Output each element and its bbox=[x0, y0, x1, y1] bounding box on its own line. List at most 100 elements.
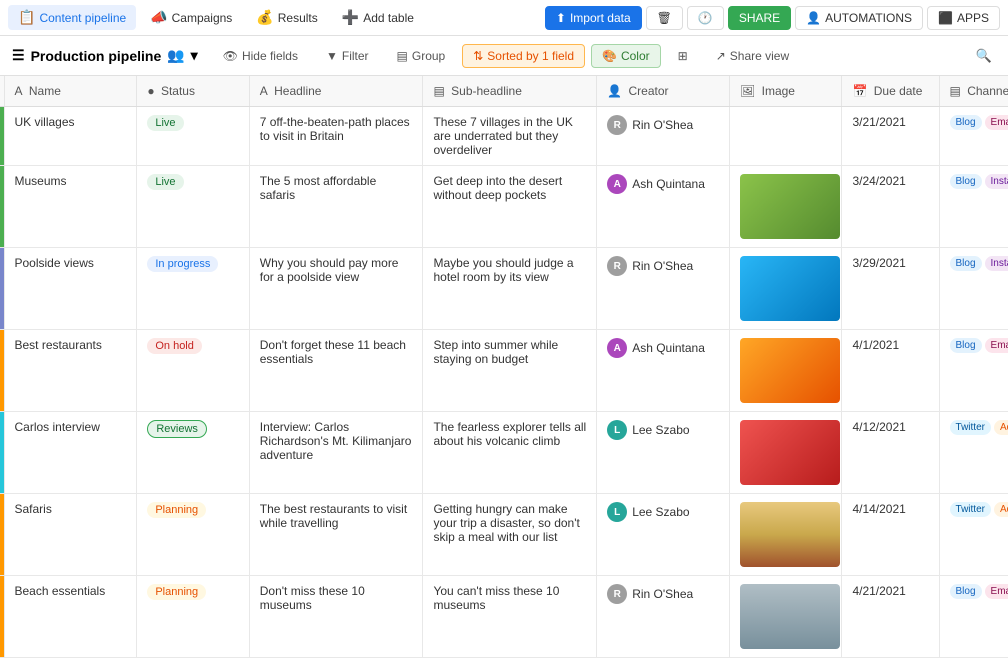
nav-tab-content-pipeline[interactable]: 📋 Content pipeline bbox=[8, 5, 136, 30]
row-image bbox=[740, 502, 840, 567]
cell-name[interactable]: Carlos interview bbox=[4, 412, 137, 494]
automations-label: AUTOMATIONS bbox=[825, 11, 912, 25]
nav-tab-add-table[interactable]: ➕ Add table bbox=[332, 5, 424, 30]
color-button[interactable]: 🎨 Color bbox=[591, 44, 661, 68]
col-header-duedate[interactable]: 📅 Due date bbox=[842, 76, 939, 107]
channel-tag: Blog bbox=[950, 256, 982, 271]
col-header-creator[interactable]: 👤 Creator bbox=[597, 76, 730, 107]
grid-view-icon: ⊞ bbox=[678, 49, 688, 63]
hide-fields-button[interactable]: 👁 Hide fields bbox=[212, 44, 309, 68]
table-row: Carlos interviewReviewsInterview: Carlos… bbox=[0, 412, 1008, 494]
creator-col-icon: 👤 bbox=[607, 84, 622, 98]
channel-tag: Blog bbox=[950, 584, 982, 599]
cell-status: Live bbox=[137, 166, 249, 248]
cell-image bbox=[730, 412, 842, 494]
import-label: Import data bbox=[570, 11, 631, 25]
apps-button[interactable]: ⬛ APPS bbox=[927, 6, 1000, 30]
nav-tab-add-table-label: Add table bbox=[363, 11, 414, 25]
cell-creator: RRin O'Shea bbox=[597, 107, 730, 166]
col-header-status[interactable]: ● Status bbox=[137, 76, 249, 107]
cell-subheadline[interactable]: The fearless explorer tells all about hi… bbox=[423, 412, 597, 494]
cell-subheadline[interactable]: Step into summer while staying on budget bbox=[423, 330, 597, 412]
cell-duedate: 4/14/2021 bbox=[842, 494, 939, 576]
color-label: Color bbox=[621, 49, 650, 63]
creator-name: Ash Quintana bbox=[632, 177, 705, 191]
automations-button[interactable]: 👤 AUTOMATIONS bbox=[795, 6, 923, 30]
cell-status: Planning bbox=[137, 576, 249, 658]
subheadline-col-label: Sub-headline bbox=[451, 84, 522, 98]
cell-name[interactable]: Best restaurants bbox=[4, 330, 137, 412]
table-container: A Name ● Status A Headline ▤ Sub-headlin… bbox=[0, 76, 1008, 670]
cell-channels: TwitterAdWordsBlog bbox=[939, 494, 1008, 576]
nav-tab-campaigns[interactable]: 📣 Campaigns bbox=[140, 5, 242, 30]
cell-headline[interactable]: Don't miss these 10 museums bbox=[249, 576, 423, 658]
cell-image bbox=[730, 494, 842, 576]
cell-name[interactable]: Museums bbox=[4, 166, 137, 248]
cell-channels: BlogInstagramTwitterFacebook bbox=[939, 248, 1008, 330]
cell-subheadline[interactable]: These 7 villages in the UK are underrate… bbox=[423, 107, 597, 166]
col-header-headline[interactable]: A Headline bbox=[249, 76, 423, 107]
cell-image bbox=[730, 576, 842, 658]
col-header-subheadline[interactable]: ▤ Sub-headline bbox=[423, 76, 597, 107]
group-button[interactable]: ▤ Group bbox=[386, 44, 457, 68]
cell-image bbox=[730, 248, 842, 330]
history-button[interactable]: 🕐 bbox=[687, 6, 724, 30]
cell-subheadline[interactable]: Getting hungry can make your trip a disa… bbox=[423, 494, 597, 576]
cell-subheadline[interactable]: Get deep into the desert without deep po… bbox=[423, 166, 597, 248]
nav-tab-content-pipeline-label: Content pipeline bbox=[39, 11, 126, 25]
cell-name[interactable]: Safaris bbox=[4, 494, 137, 576]
col-header-channels[interactable]: ▤ Channels bbox=[939, 76, 1008, 107]
cell-subheadline[interactable]: You can't miss these 10 museums bbox=[423, 576, 597, 658]
search-button[interactable]: 🔍 bbox=[972, 44, 996, 68]
channel-tag: Twitter bbox=[950, 420, 991, 435]
channels-col-label: Channels bbox=[967, 84, 1008, 98]
cell-subheadline[interactable]: Maybe you should judge a hotel room by i… bbox=[423, 248, 597, 330]
table-row: UK villages Live 7 off-the-beaten-path pla… bbox=[0, 107, 1008, 166]
nav-tab-results[interactable]: 💰 Results bbox=[246, 5, 327, 30]
avatar: R bbox=[607, 256, 627, 276]
cell-name[interactable]: Beach essentials bbox=[4, 576, 137, 658]
duedate-col-icon: 📅 bbox=[852, 84, 867, 98]
apps-icon: ⬛ bbox=[938, 11, 953, 25]
sort-button[interactable]: ⇅ Sorted by 1 field bbox=[462, 44, 585, 68]
creator-col-label: Creator bbox=[628, 84, 668, 98]
cell-name[interactable]: UK villages bbox=[4, 107, 137, 166]
filter-button[interactable]: ▼ Filter bbox=[315, 44, 380, 68]
avatar: L bbox=[607, 420, 627, 440]
cell-headline[interactable]: The 5 most affordable safaris bbox=[249, 166, 423, 248]
cell-headline[interactable]: The best restaurants to visit while trav… bbox=[249, 494, 423, 576]
channel-tag: Email bbox=[985, 115, 1008, 130]
search-icon: 🔍 bbox=[976, 48, 992, 64]
name-col-icon: A bbox=[15, 84, 23, 98]
import-data-button[interactable]: ⬆ Import data bbox=[545, 6, 642, 30]
channel-tag: Instagram bbox=[985, 174, 1008, 189]
table-row: Best restaurantsOn holdDon't forget thes… bbox=[0, 330, 1008, 412]
col-header-name[interactable]: A Name bbox=[4, 76, 137, 107]
grid-view-button[interactable]: ⊞ bbox=[667, 44, 699, 68]
channel-tag: Instagram bbox=[985, 256, 1008, 271]
cell-creator: AAsh Quintana bbox=[597, 330, 730, 412]
status-badge: Live bbox=[147, 115, 183, 131]
cell-creator: LLee Szabo bbox=[597, 412, 730, 494]
share-view-label: Share view bbox=[730, 49, 789, 63]
image-col-label: Image bbox=[762, 84, 795, 98]
trash-button[interactable]: 🗑 bbox=[646, 6, 683, 30]
share-button[interactable]: SHARE bbox=[728, 6, 791, 30]
cell-headline[interactable]: Don't forget these 11 beach essentials bbox=[249, 330, 423, 412]
col-header-image[interactable]: 🖼 Image bbox=[730, 76, 842, 107]
cell-headline[interactable]: 7 off-the-beaten-path places to visit in… bbox=[249, 107, 423, 166]
share-view-button[interactable]: ↗ Share view bbox=[705, 44, 800, 68]
cell-channels: BlogEmailInstagramFacebookTwitter bbox=[939, 576, 1008, 658]
row-image bbox=[740, 174, 840, 239]
cell-name[interactable]: Poolside views bbox=[4, 248, 137, 330]
results-icon: 💰 bbox=[256, 9, 273, 26]
channel-tag: Email bbox=[985, 338, 1008, 353]
filter-label: Filter bbox=[342, 49, 369, 63]
cell-headline[interactable]: Interview: Carlos Richardson's Mt. Kilim… bbox=[249, 412, 423, 494]
cell-channels: BlogEmailInstagramFacebookTwitter bbox=[939, 107, 1008, 166]
cell-headline[interactable]: Why you should pay more for a poolside v… bbox=[249, 248, 423, 330]
channel-tag: Twitter bbox=[950, 502, 991, 517]
nav-tab-results-label: Results bbox=[278, 11, 318, 25]
top-nav: 📋 Content pipeline 📣 Campaigns 💰 Results… bbox=[0, 0, 1008, 36]
creator-name: Rin O'Shea bbox=[632, 259, 693, 273]
